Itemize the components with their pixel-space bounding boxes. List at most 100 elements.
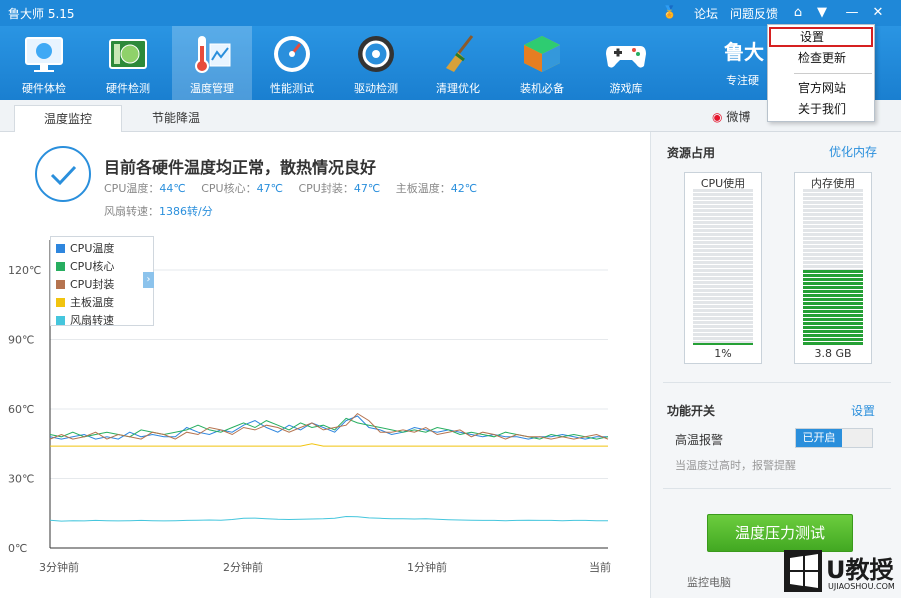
- toolbar-label: 游戏库: [609, 82, 643, 95]
- gear-drive-icon: [358, 36, 394, 72]
- cube-box-icon: [524, 36, 560, 72]
- x-tick-label: 3分钟前: [39, 560, 79, 574]
- toolbar-label: 清理优化: [436, 82, 480, 95]
- cpu-package-label: CPU封装：: [298, 182, 354, 195]
- fan-value: 1386转/分: [159, 205, 213, 218]
- legend-label: 风扇转速: [70, 314, 114, 327]
- menu-item-settings[interactable]: 设置: [769, 27, 873, 47]
- legend-label: CPU温度: [70, 242, 115, 255]
- switches-settings-link[interactable]: 设置: [851, 402, 875, 419]
- thermometer-icon: [195, 36, 231, 73]
- high-temp-alarm-label: 高温报警: [675, 433, 724, 447]
- toolbar-item-cleanup[interactable]: 清理优化: [418, 26, 498, 100]
- alarm-hint: 当温度过高时，报警提醒: [675, 459, 796, 472]
- toolbar-item-essentials[interactable]: 装机必备: [502, 26, 582, 100]
- title-bar: 鲁大师 5.15 🏅 论坛 问题反馈 ⌂ ▼ — ✕: [0, 0, 901, 26]
- toggle-state: 已开启: [796, 429, 842, 447]
- toolbar-item-hardware-detect[interactable]: 硬件检测: [88, 26, 168, 100]
- cpu-usage-bar: [693, 189, 753, 345]
- cpu-temp-label: CPU温度：: [104, 182, 160, 195]
- toolbar-label: 装机必备: [520, 82, 564, 95]
- weibo-label: 微博: [726, 110, 751, 124]
- switches-title: 功能开关: [667, 404, 716, 418]
- brand-logo-text: 鲁大: [724, 40, 764, 64]
- minimize-icon[interactable]: —: [842, 3, 862, 23]
- toolbar-label: 硬件体检: [22, 82, 66, 95]
- legend-collapse-icon[interactable]: ›: [143, 272, 154, 288]
- divider: [663, 488, 891, 489]
- board-temp-value: 42℃: [450, 182, 478, 195]
- tab-energy-saving[interactable]: 节能降温: [122, 105, 230, 132]
- legend-label: 主板温度: [70, 296, 114, 309]
- cpu-usage-meter: CPU使用 1%: [684, 172, 762, 364]
- y-tick-label: 30℃: [8, 473, 34, 486]
- menu-item-check-update[interactable]: 检查更新: [769, 48, 873, 68]
- memory-usage-meter: 内存使用 3.8 GB: [794, 172, 872, 364]
- x-tick-label: 当前: [589, 560, 611, 574]
- stress-test-button[interactable]: 温度压力测试: [707, 514, 853, 552]
- menu-item-about[interactable]: 关于我们: [769, 99, 873, 119]
- y-tick-label: 0℃: [8, 542, 27, 555]
- cpu-core-label: CPU核心：: [201, 182, 257, 195]
- gamepad-icon: [606, 46, 646, 68]
- y-tick-label: 90℃: [8, 334, 34, 347]
- legend-item[interactable]: CPU核心: [56, 258, 114, 274]
- series-line: [49, 412, 609, 440]
- sub-tab-bar: 温度监控 节能降温 ◉ 微博: [0, 100, 901, 133]
- brand-slogan: 专注硬: [726, 74, 759, 87]
- cpu-temp-value: 44℃: [159, 182, 186, 195]
- legend-item[interactable]: 风扇转速: [56, 312, 114, 328]
- resources-title: 资源占用: [667, 146, 716, 160]
- toolbar-label: 硬件检测: [106, 82, 150, 95]
- broom-icon: [446, 35, 474, 72]
- legend-swatch: [56, 244, 65, 253]
- toolbar-item-hardware-checkup[interactable]: 硬件体检: [4, 26, 84, 100]
- check-circle-icon: [35, 146, 91, 202]
- legend-swatch: [56, 262, 65, 271]
- hardware-card-icon: [109, 39, 147, 69]
- series-line: [50, 443, 608, 447]
- legend-label: CPU核心: [70, 260, 115, 273]
- skin-icon[interactable]: ⌂: [788, 3, 808, 23]
- tab-temperature-monitor[interactable]: 温度监控: [14, 105, 122, 133]
- watermark-text: U教授: [826, 556, 894, 584]
- legend-item[interactable]: CPU温度: [56, 240, 114, 256]
- menu-item-official-site[interactable]: 官方网站: [769, 78, 873, 98]
- x-tick-label: 2分钟前: [223, 560, 263, 574]
- legend-item[interactable]: 主板温度: [56, 294, 114, 310]
- temperature-readings: CPU温度：44℃ CPU核心：47℃ CPU封装：47℃ 主板温度：42℃: [104, 180, 489, 196]
- high-temp-alarm-toggle[interactable]: 已开启: [795, 428, 873, 448]
- fan-speed: 风扇转速：1386转/分: [104, 203, 213, 219]
- close-icon[interactable]: ✕: [868, 3, 888, 23]
- legend-swatch: [56, 280, 65, 289]
- toolbar-item-games[interactable]: 游戏库: [586, 26, 666, 100]
- speedometer-icon: [274, 36, 310, 72]
- weibo-icon: ◉: [712, 110, 723, 124]
- toolbar-label: 性能测试: [270, 82, 314, 95]
- legend-item[interactable]: CPU封装: [56, 276, 114, 292]
- feedback-link[interactable]: 问题反馈: [730, 5, 778, 22]
- toolbar-item-performance[interactable]: 性能测试: [252, 26, 332, 100]
- fan-label: 风扇转速：: [104, 205, 159, 218]
- toolbar-item-driver[interactable]: 驱动检测: [336, 26, 416, 100]
- toolbar-item-temperature[interactable]: 温度管理: [172, 26, 252, 100]
- weibo-link[interactable]: ◉ 微博: [712, 108, 750, 125]
- medal-icon[interactable]: 🏅: [662, 5, 677, 19]
- memory-usage-value: 3.8 GB: [814, 347, 852, 360]
- right-sidebar: 资源占用 优化内存 CPU使用 1% 内存使用 3.8 GB 功能开关 设置 高…: [650, 132, 901, 598]
- menu-dropdown-icon[interactable]: ▼: [812, 3, 832, 23]
- toolbar-label: 温度管理: [190, 82, 234, 95]
- toolbar-label: 驱动检测: [354, 82, 398, 95]
- watermark: U教授 UJIAOSHOU.COM: [770, 548, 901, 598]
- cpu-core-value: 47℃: [256, 182, 283, 195]
- watermark-sub: UJIAOSHOU.COM: [828, 582, 895, 591]
- board-temp-label: 主板温度：: [395, 182, 451, 195]
- forum-link[interactable]: 论坛: [694, 5, 718, 22]
- optimize-memory-link[interactable]: 优化内存: [829, 143, 877, 160]
- y-tick-label: 120℃: [8, 264, 41, 277]
- cpu-usage-value: 1%: [714, 347, 732, 360]
- legend-swatch: [56, 298, 65, 307]
- settings-dropdown-menu: 设置 检查更新 官方网站 关于我们: [767, 24, 875, 122]
- cpu-usage-fill: [693, 343, 753, 345]
- legend-swatch: [56, 316, 65, 325]
